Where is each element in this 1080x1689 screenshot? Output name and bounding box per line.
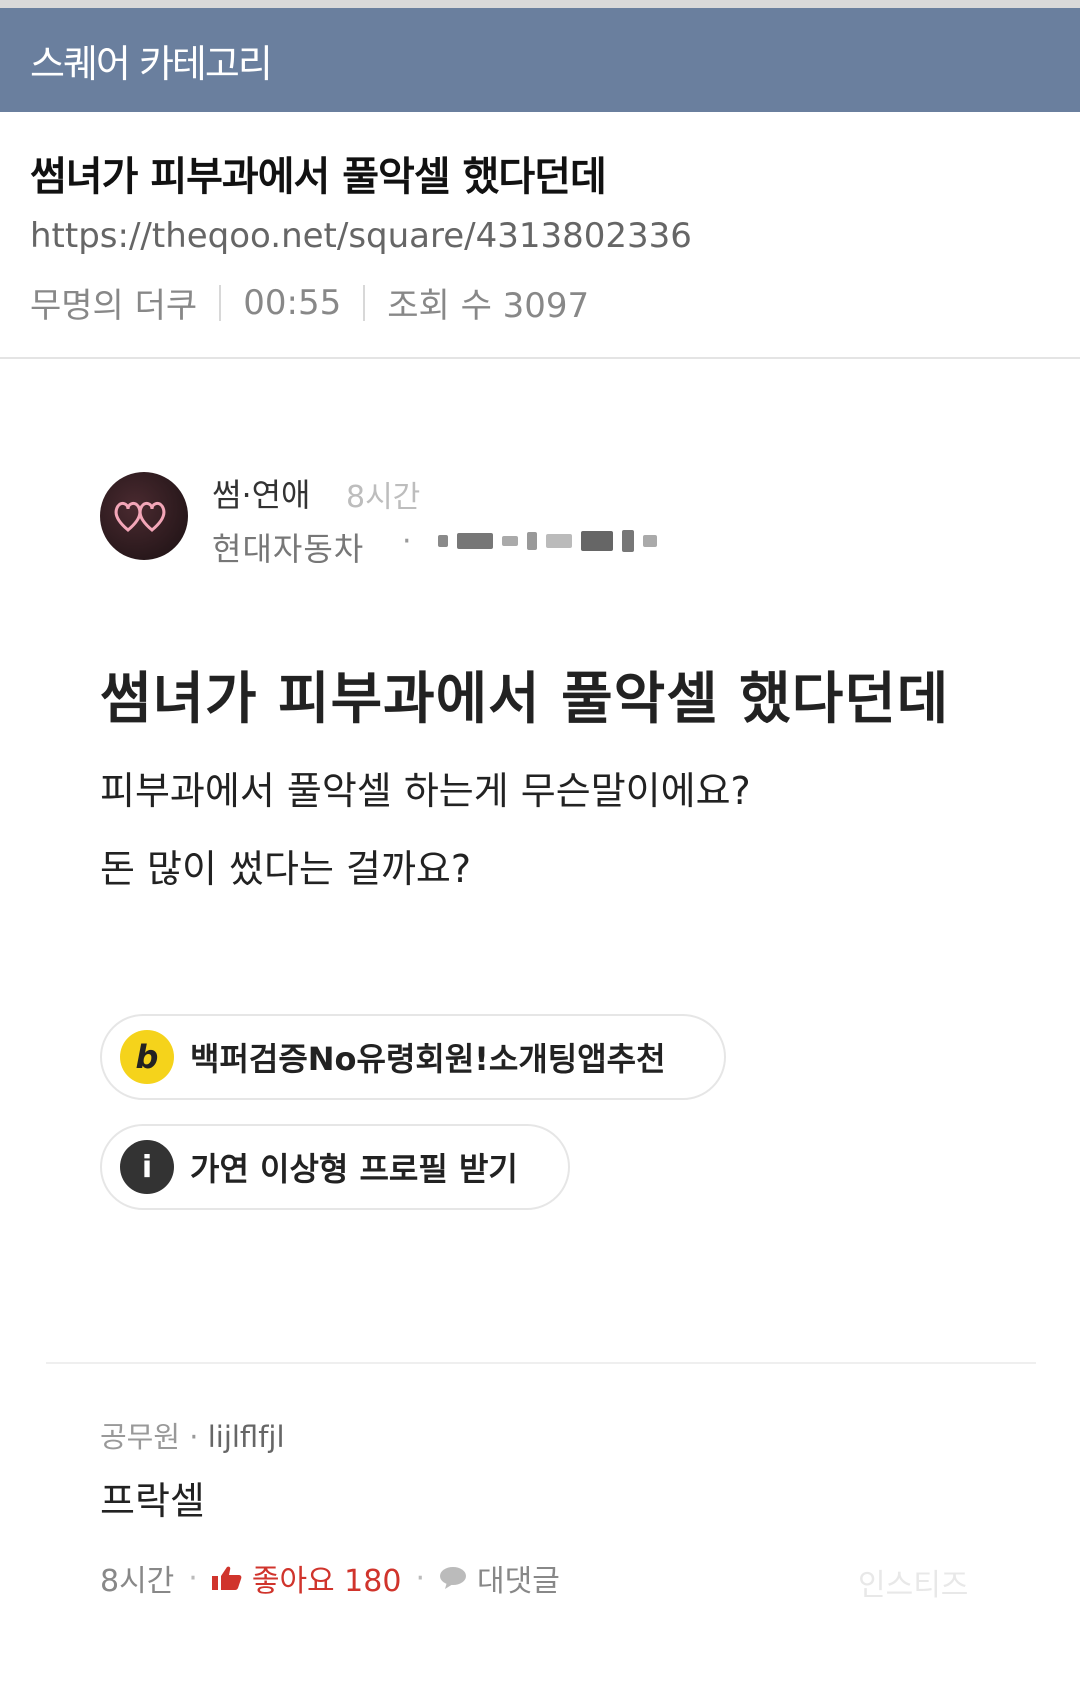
comment-time: 8시간	[100, 1564, 175, 1599]
body-line: 돈 많이 썼다는 걸까요?	[100, 847, 472, 891]
info-icon: i	[120, 1140, 174, 1194]
post-time: 00:55	[243, 282, 342, 323]
body-line: 피부과에서 풀악셀 하는게 무슨말이에요?	[100, 769, 751, 813]
ad-label: 가연 이상형 프로필 받기	[190, 1150, 518, 1188]
comment-divider	[46, 1362, 1036, 1364]
comment-author: 공무원 · lijlflfjl	[100, 1414, 285, 1456]
post-time-ago: 8시간	[346, 480, 421, 515]
author-name: 무명의 더쿠	[30, 286, 198, 326]
like-count: 좋아요 180	[251, 1564, 402, 1599]
category-label[interactable]: 스퀘어 카테고리	[30, 33, 273, 88]
speech-bubble-icon	[440, 1567, 466, 1589]
post-url-link[interactable]: https://theqoo.net/square/4313802336	[30, 216, 692, 256]
top-strip	[0, 0, 1080, 8]
author-company: 현대자동차	[212, 530, 365, 568]
article-title: 썸녀가 피부과에서 풀악셀 했다던데	[100, 667, 950, 732]
avatar[interactable]	[100, 472, 188, 560]
dot-separator: ·	[402, 524, 412, 559]
comment-author-sep: ·	[189, 1420, 199, 1454]
article-body: 피부과에서 풀악셀 하는게 무슨말이에요? 돈 많이 썼다는 걸까요?	[100, 752, 751, 908]
comment-author-job: 공무원	[100, 1420, 181, 1454]
header-divider	[0, 357, 1080, 359]
page-title: 썸녀가 피부과에서 풀악셀 했다던데	[30, 154, 607, 200]
like-button[interactable]: 좋아요 180	[211, 1556, 402, 1600]
footer-dot: ·	[188, 1560, 198, 1596]
reply-button[interactable]: 대댓글	[439, 1556, 560, 1600]
footer-dot: ·	[415, 1560, 425, 1596]
comment-text: 프락셀	[100, 1479, 205, 1523]
category-bar[interactable]: 스퀘어 카테고리	[0, 8, 1080, 112]
blurred-author-id	[438, 530, 657, 552]
watermark: 인스티즈	[858, 1568, 969, 1603]
reply-label: 대댓글	[477, 1564, 560, 1599]
thumbs-up-icon	[211, 1566, 242, 1590]
comment-author-id: lijlflfjl	[207, 1420, 285, 1454]
post-meta: 무명의 더쿠 00:55 조회 수 3097	[30, 278, 589, 327]
comment-footer: 8시간 · 좋아요 180 · 대댓글	[100, 1556, 560, 1600]
meta-divider	[219, 284, 222, 321]
board-name[interactable]: 썸·연애	[212, 470, 311, 516]
view-count: 조회 수 3097	[387, 286, 590, 326]
b-badge-icon: b	[120, 1030, 174, 1084]
ad-link-dating-app[interactable]: b 백퍼검증No유령회원!소개팅앱추천	[100, 1014, 726, 1100]
meta-divider	[363, 284, 366, 321]
hearts-icon	[114, 501, 166, 532]
ad-label: 백퍼검증No유령회원!소개팅앱추천	[190, 1040, 666, 1078]
ad-link-profile[interactable]: i 가연 이상형 프로필 받기	[100, 1124, 570, 1210]
